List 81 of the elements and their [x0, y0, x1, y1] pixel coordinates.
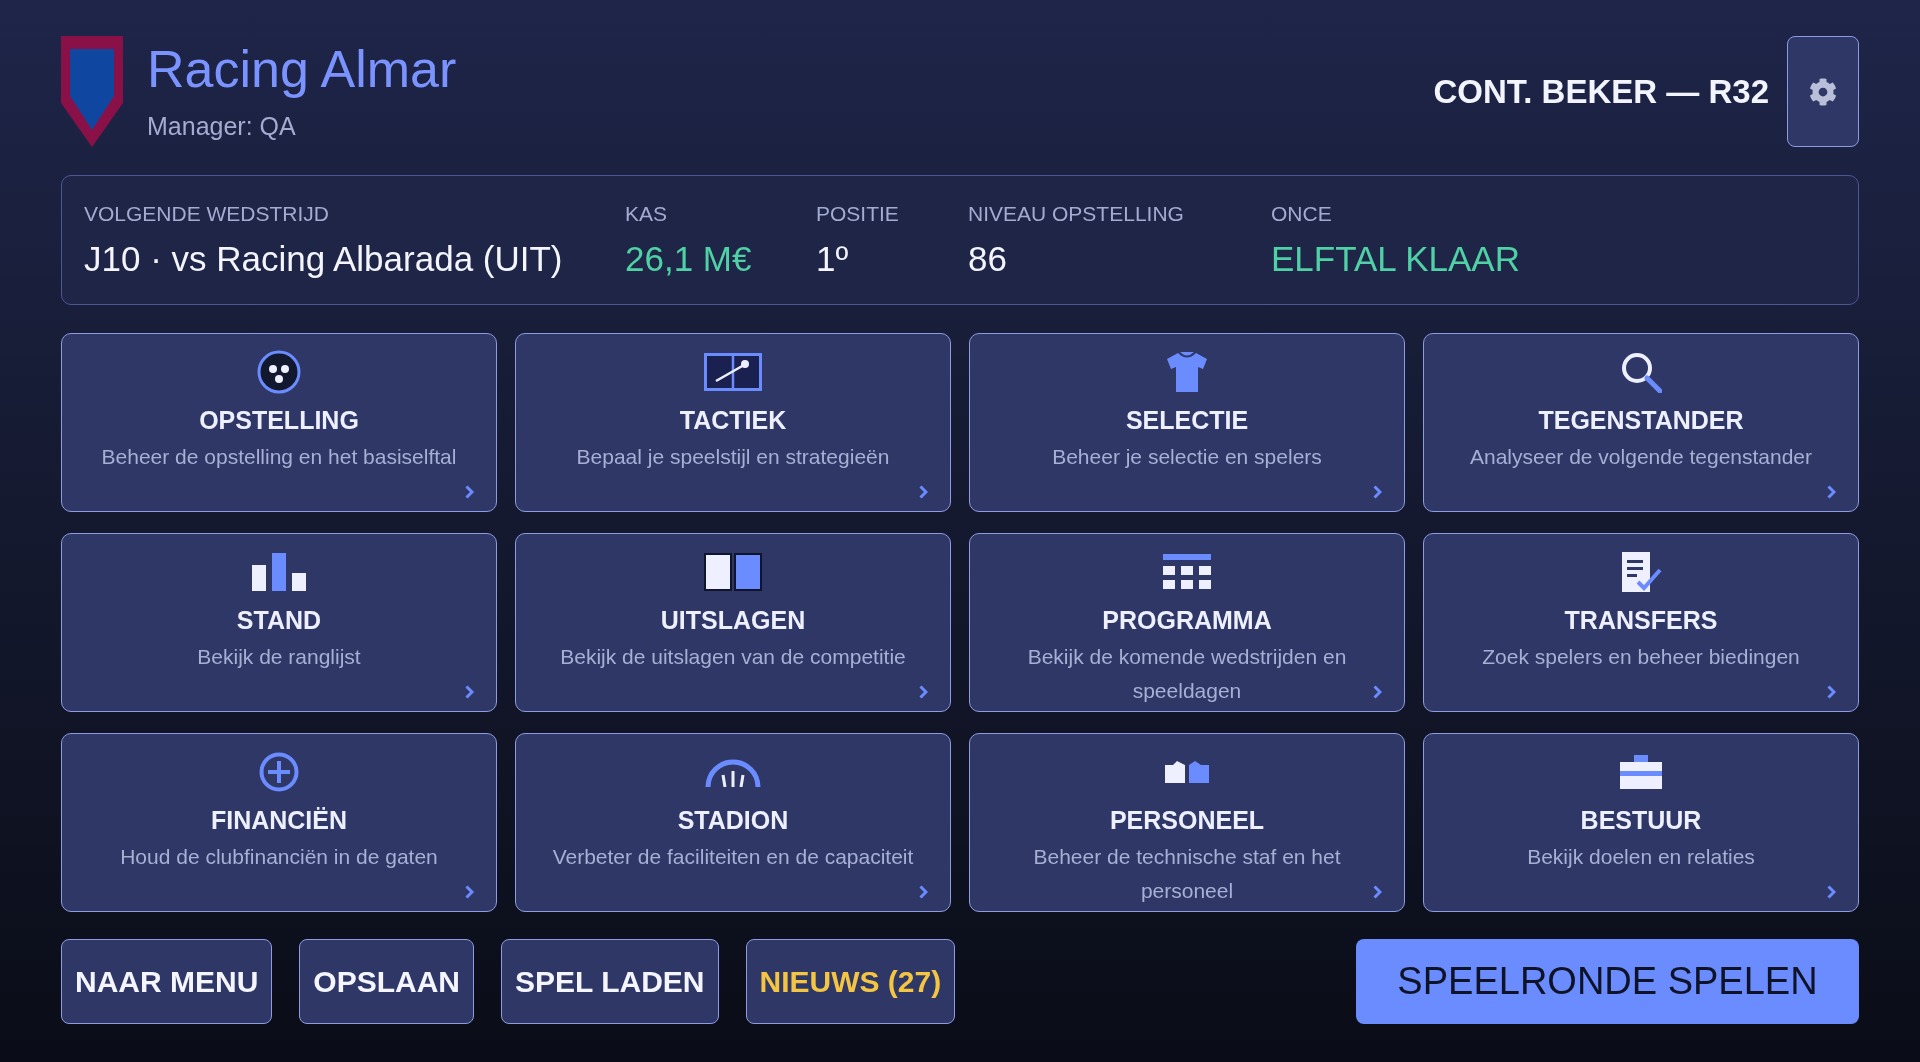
summary-label: KAS — [625, 202, 668, 226]
card-title: TEGENSTANDER — [1538, 405, 1744, 436]
card-description: Zoek spelers en beheer biedingen — [1482, 644, 1800, 670]
chevron-right-icon — [465, 485, 474, 499]
chevron-right-icon — [919, 485, 928, 499]
two-blocks-icon — [1165, 761, 1209, 783]
menu-card[interactable]: PERSONEEL Beheer de technische staf en het personeel — [969, 733, 1405, 912]
card-title: TACTIEK — [679, 405, 787, 436]
summary-label: NIVEAU OPSTELLING — [968, 202, 1184, 226]
chevron-right-icon — [1373, 885, 1382, 899]
card-description: Bepaal je speelstijl en strategieën — [576, 444, 890, 470]
footer-button[interactable]: NAAR MENU — [61, 939, 273, 1024]
card-title: STADION — [677, 805, 789, 836]
magnifier-icon — [1620, 351, 1662, 393]
two-panels-icon — [704, 553, 762, 591]
briefcase-icon — [1620, 755, 1662, 789]
chevron-right-icon — [919, 685, 928, 699]
card-description: Bekijk de uitslagen van de competitie — [560, 644, 906, 670]
arch-gauge-icon — [705, 757, 761, 787]
menu-card[interactable]: BESTUUR Bekijk doelen en relaties — [1423, 733, 1859, 912]
chevron-right-icon — [1373, 685, 1382, 699]
card-title: FINANCIËN — [210, 805, 348, 836]
settings-button[interactable] — [1787, 36, 1859, 147]
card-description: Bekijk de ranglijst — [197, 644, 361, 670]
card-title: BESTUUR — [1580, 805, 1702, 836]
card-title: OPSTELLING — [199, 405, 359, 436]
tactics-board-icon — [704, 353, 762, 391]
card-title: PROGRAMMA — [1102, 605, 1272, 636]
summary-value: ELFTAL KLAAR — [1271, 238, 1520, 280]
summary-label: ONCE — [1271, 202, 1332, 226]
card-title: PERSONEEL — [1109, 805, 1265, 836]
summary-value: J10 · vs Racing Albarada (UIT) — [84, 238, 563, 280]
footer-button[interactable]: SPEL LADEN — [501, 939, 719, 1024]
chevron-right-icon — [1827, 885, 1836, 899]
menu-card[interactable]: TACTIEK Bepaal je speelstijl en strategieën — [515, 333, 951, 512]
card-description: Verbeter de faciliteiten en de capaciteit — [552, 844, 914, 870]
card-description: Analyseer de volgende tegenstander — [1469, 444, 1813, 470]
card-description: Bekijk de komende wedstrijden en speeldagen — [1026, 644, 1348, 704]
card-description: Beheer de opstelling en het basiselftal — [101, 444, 457, 470]
settings-icon — [1809, 77, 1837, 106]
menu-card[interactable]: FINANCIËN Houd de clubfinanciën in de gaten — [61, 733, 497, 912]
club-name: Racing Almar — [147, 39, 457, 99]
formation-icon — [257, 350, 301, 394]
chevron-right-icon — [1373, 485, 1382, 499]
menu-card[interactable]: STAND Bekijk de ranglijst — [61, 533, 497, 712]
menu-card[interactable]: STADION Verbeter de faciliteiten en de capaciteit — [515, 733, 951, 912]
card-title: TRANSFERS — [1564, 605, 1718, 636]
summary-value: 26,1 M€ — [625, 238, 752, 280]
chevron-right-icon — [1827, 485, 1836, 499]
card-title: UITSLAGEN — [660, 605, 806, 636]
chevron-right-icon — [1827, 685, 1836, 699]
chevron-right-icon — [465, 885, 474, 899]
summary-value: 86 — [968, 238, 1007, 280]
footer-button[interactable]: NIEUWS (27) — [745, 939, 956, 1024]
menu-card[interactable]: OPSTELLING Beheer de opstelling en het basiselftal — [61, 333, 497, 512]
summary-label: VOLGENDE WEDSTRIJD — [84, 202, 330, 226]
menu-card[interactable]: TEGENSTANDER Analyseer de volgende tegenstander — [1423, 333, 1859, 512]
footer-button[interactable]: OPSLAAN — [299, 939, 474, 1024]
shirt-icon — [1166, 352, 1208, 392]
document-check-icon — [1620, 552, 1662, 592]
competition-label: CONT. BEKER — R32 — [1433, 71, 1769, 112]
card-title: STAND — [236, 605, 322, 636]
card-description: Bekijk doelen en relaties — [1527, 844, 1755, 870]
club-shield-icon — [61, 36, 123, 147]
card-description: Beheer de technische staf en het personeel — [1032, 844, 1342, 904]
manager-label: Manager: QA — [147, 111, 296, 141]
card-title: SELECTIE — [1125, 405, 1249, 436]
plus-circle-icon — [259, 752, 299, 792]
play-round-button[interactable]: SPEELRONDE SPELEN — [1356, 939, 1859, 1024]
menu-card[interactable]: TRANSFERS Zoek spelers en beheer biedingen — [1423, 533, 1859, 712]
card-description: Houd de clubfinanciën in de gaten — [120, 844, 438, 870]
summary-value: 1º — [816, 238, 849, 280]
calendar-grid-icon — [1163, 554, 1211, 590]
menu-card[interactable]: UITSLAGEN Bekijk de uitslagen van de competitie — [515, 533, 951, 712]
chevron-right-icon — [465, 685, 474, 699]
chevron-right-icon — [919, 885, 928, 899]
summary-label: POSITIE — [816, 202, 899, 226]
bar-chart-icon — [252, 553, 306, 591]
menu-card[interactable]: SELECTIE Beheer je selectie en spelers — [969, 333, 1405, 512]
card-description: Beheer je selectie en spelers — [1052, 444, 1322, 470]
menu-card[interactable]: PROGRAMMA Bekijk de komende wedstrijden en speeldagen — [969, 533, 1405, 712]
